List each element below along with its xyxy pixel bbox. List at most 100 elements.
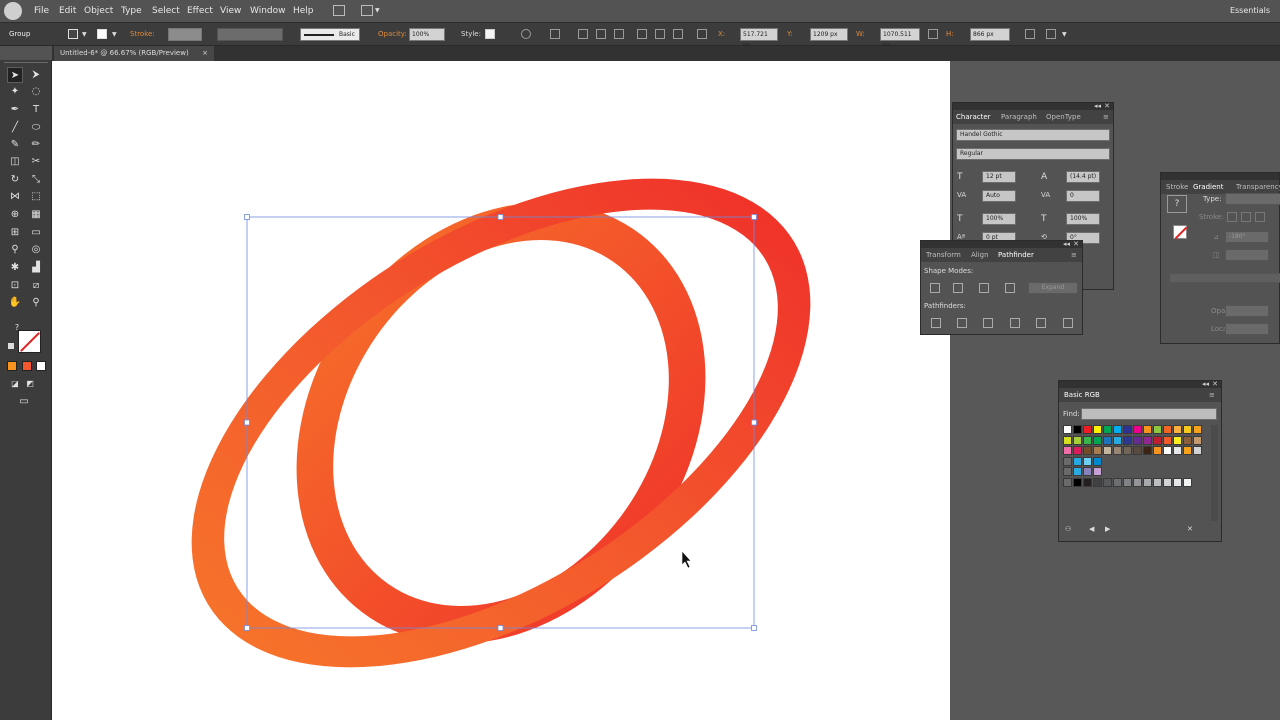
menu-type[interactable]: Type — [121, 6, 142, 16]
menu-select[interactable]: Select — [152, 6, 180, 16]
color-swatch[interactable] — [1103, 425, 1112, 434]
color-swatch[interactable] — [1193, 425, 1202, 434]
color-swatch[interactable] — [1083, 477, 1092, 487]
handle-middle-left[interactable] — [244, 419, 250, 426]
panel-options-icon[interactable]: ≡ — [1071, 251, 1077, 259]
exclude-icon[interactable] — [1005, 283, 1015, 293]
scale-tool-icon[interactable]: ⤡ — [28, 172, 44, 188]
vertical-scale-input[interactable]: 100% — [982, 213, 1016, 225]
tab-align[interactable]: Align — [971, 251, 989, 259]
bridge-icon[interactable] — [333, 5, 345, 16]
color-swatch[interactable] — [1113, 435, 1122, 445]
width-input[interactable]: 1070.511 px — [880, 28, 920, 49]
transform-icon[interactable] — [1025, 29, 1035, 39]
handle-middle-right[interactable] — [751, 419, 757, 426]
color-swatch[interactable] — [1133, 425, 1142, 434]
scissors-tool-icon[interactable]: ✂ — [28, 154, 44, 170]
stroke-across-icon[interactable] — [1255, 212, 1265, 222]
rotate-tool-icon[interactable]: ↻ — [7, 172, 23, 188]
color-swatch[interactable] — [1063, 435, 1072, 445]
selection-tool-icon[interactable]: ➤ — [7, 67, 23, 83]
color-swatch[interactable] — [1143, 425, 1152, 434]
pathfinder-panel-titlebar[interactable]: ◂◂ ✕ — [921, 240, 1082, 248]
color-swatch[interactable] — [1113, 446, 1122, 455]
magic-wand-tool-icon[interactable]: ✦ — [7, 84, 23, 100]
horizontal-scale-input[interactable]: 100% — [1066, 213, 1100, 225]
gradient-slider[interactable] — [1169, 273, 1280, 283]
align-vertical-center-icon[interactable] — [655, 29, 665, 39]
color-swatch[interactable] — [1073, 425, 1082, 434]
color-swatch[interactable] — [1153, 446, 1162, 455]
swatch-scrollbar[interactable] — [1211, 425, 1218, 521]
stroke-swatch-icon[interactable] — [97, 29, 107, 39]
align-to-selection-icon[interactable] — [550, 29, 560, 39]
character-panel-titlebar[interactable]: ◂◂ ✕ — [953, 102, 1113, 110]
gradient-tool-icon[interactable]: ▭ — [28, 225, 44, 241]
font-style-dropdown[interactable]: Regular — [956, 148, 1110, 160]
shape-builder-tool-icon[interactable]: ⊕ — [7, 207, 23, 223]
menu-file[interactable]: File — [34, 6, 49, 16]
tab-character[interactable]: Character — [956, 113, 991, 121]
color-swatch[interactable] — [1073, 446, 1082, 455]
gradient-aspect-input[interactable] — [1225, 249, 1269, 261]
color-swatch[interactable] — [1093, 456, 1102, 466]
color-swatch[interactable] — [1173, 477, 1182, 487]
handle-top-left[interactable] — [244, 214, 250, 220]
color-swatch[interactable] — [1183, 435, 1192, 445]
kerning-input[interactable]: Auto — [982, 190, 1016, 202]
color-swatch[interactable] — [1193, 435, 1202, 445]
unite-icon[interactable] — [930, 283, 940, 293]
color-swatch[interactable] — [1183, 425, 1192, 434]
tab-opentype[interactable]: OpenType — [1046, 113, 1081, 121]
handle-bottom-right[interactable] — [751, 625, 757, 631]
type-tool-icon[interactable]: T — [28, 102, 44, 118]
color-swatch[interactable] — [1123, 425, 1132, 434]
color-swatch[interactable] — [1063, 425, 1072, 434]
gradient-opacity-input[interactable] — [1225, 305, 1269, 317]
tab-stroke[interactable]: Stroke — [1166, 183, 1188, 191]
graphic-style-swatch[interactable] — [485, 29, 495, 39]
color-swatch[interactable] — [1083, 435, 1092, 445]
font-size-input[interactable]: 12 pt — [982, 171, 1016, 183]
library-menu-icon[interactable]: ⚇ — [1065, 525, 1071, 533]
intersect-icon[interactable] — [979, 283, 989, 293]
gradient-type-dropdown[interactable] — [1225, 193, 1280, 205]
slice-tool-icon[interactable]: ⧄ — [28, 278, 44, 294]
variable-width-profile[interactable] — [217, 28, 283, 41]
color-swatch[interactable] — [1173, 446, 1182, 455]
gradient-location-input[interactable] — [1225, 323, 1269, 335]
panel-options-icon[interactable]: ≡ — [1103, 113, 1109, 121]
front-ring[interactable] — [191, 178, 811, 668]
eraser-tool-icon[interactable]: ◫ — [7, 154, 23, 170]
color-swatch[interactable] — [1153, 425, 1162, 434]
opacity-input[interactable]: 100% — [409, 28, 445, 41]
close-panel-icon[interactable]: ✕ — [1104, 102, 1110, 110]
gradient-panel-titlebar[interactable] — [1161, 173, 1279, 180]
minus-front-icon[interactable] — [953, 283, 963, 293]
y-position-input[interactable]: 1209 px — [810, 28, 848, 41]
divide-icon[interactable] — [931, 318, 941, 328]
blend-tool-icon[interactable]: ◎ — [28, 242, 44, 258]
fill-swatch-icon[interactable] — [68, 29, 78, 39]
find-swatch-input[interactable] — [1081, 408, 1217, 420]
color-swatch[interactable] — [1103, 435, 1112, 445]
outline-icon[interactable] — [1036, 318, 1046, 328]
menu-help[interactable]: Help — [293, 6, 314, 16]
mesh-tool-icon[interactable]: ⊞ — [7, 225, 23, 241]
color-swatch[interactable] — [1173, 435, 1182, 445]
fill-dropdown-icon[interactable]: ▼ — [82, 31, 87, 38]
pen-tool-icon[interactable]: ✒ — [7, 102, 23, 118]
align-left-icon[interactable] — [578, 29, 588, 39]
stroke-color-swatch[interactable] — [18, 330, 41, 353]
none-mode-icon[interactable] — [36, 361, 46, 371]
direct-selection-tool-icon[interactable]: ⮞ — [28, 67, 44, 83]
expand-button[interactable]: Expand — [1028, 282, 1078, 294]
color-swatch[interactable] — [1103, 477, 1112, 487]
color-swatch[interactable] — [1133, 435, 1142, 445]
tab-transparency[interactable]: Transparency — [1236, 183, 1280, 191]
color-swatch[interactable] — [1163, 435, 1172, 445]
color-swatch[interactable] — [1113, 477, 1122, 487]
draw-behind-icon[interactable]: ◩ — [22, 376, 38, 392]
lasso-tool-icon[interactable]: ◌ — [28, 84, 44, 100]
free-transform-tool-icon[interactable]: ⬚ — [28, 189, 44, 205]
